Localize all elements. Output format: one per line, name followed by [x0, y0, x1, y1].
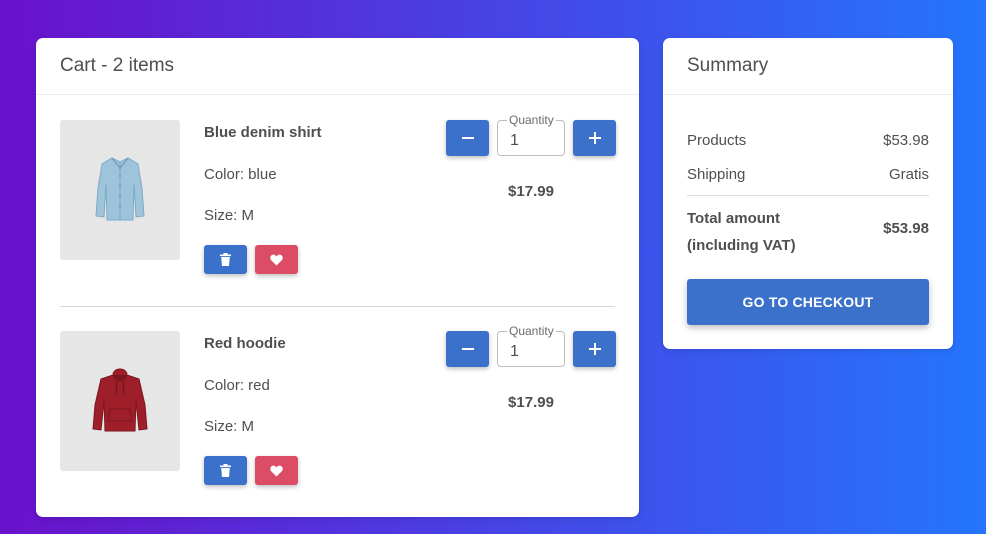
cart-item: Blue denim shirt Color: blue Size: M Qua…	[60, 113, 616, 280]
products-row: Products $53.98	[687, 132, 929, 149]
trash-icon	[220, 253, 231, 266]
increase-quantity-button[interactable]	[573, 331, 616, 367]
plus-icon	[588, 343, 601, 355]
products-label: Products	[687, 132, 747, 149]
cart-card: Cart - 2 items Blue denim shirt Color: b…	[36, 38, 639, 517]
product-price: $17.99	[508, 183, 554, 200]
product-size: Size: M	[204, 207, 255, 224]
heart-icon	[270, 254, 283, 265]
remove-item-button[interactable]	[204, 245, 247, 274]
summary-divider	[687, 195, 929, 196]
shipping-row: Shipping Gratis	[687, 166, 929, 183]
product-name: Red hoodie	[204, 335, 286, 352]
product-color: Color: blue	[204, 166, 277, 183]
checkout-button[interactable]: GO TO CHECKOUT	[687, 279, 929, 325]
minus-icon	[461, 137, 474, 139]
total-label-line1: Total amount	[687, 210, 781, 227]
quantity-input[interactable]	[498, 332, 564, 366]
item-divider	[60, 306, 615, 307]
quantity-field: Quantity	[497, 113, 565, 156]
quantity-field: Quantity	[497, 324, 565, 367]
summary-card: Summary Products $53.98 Shipping Gratis …	[663, 38, 953, 349]
minus-icon	[461, 348, 474, 350]
shirt-icon	[95, 157, 145, 221]
plus-icon	[588, 132, 601, 144]
product-size: Size: M	[204, 418, 255, 435]
shipping-value: Gratis	[888, 166, 929, 183]
cart-title: Cart - 2 items	[36, 38, 639, 95]
summary-title: Summary	[663, 38, 953, 95]
product-name: Blue denim shirt	[204, 124, 322, 141]
quantity-input[interactable]	[498, 121, 564, 155]
add-to-wishlist-button[interactable]	[255, 456, 298, 485]
heart-icon	[270, 465, 283, 476]
product-image[interactable]	[60, 331, 180, 471]
products-value: $53.98	[883, 132, 929, 149]
remove-item-button[interactable]	[204, 456, 247, 485]
hoodie-icon	[92, 368, 148, 432]
total-label: Total amount (including VAT)	[687, 205, 827, 259]
total-label-line2: (including VAT)	[687, 237, 796, 254]
product-price: $17.99	[508, 394, 554, 411]
cart-item: Red hoodie Color: red Size: M Quantity 1…	[60, 324, 616, 491]
shipping-label: Shipping	[687, 166, 746, 183]
trash-icon	[220, 464, 231, 477]
increase-quantity-button[interactable]	[573, 120, 616, 156]
decrease-quantity-button[interactable]	[446, 120, 489, 156]
total-value: $53.98	[883, 220, 929, 237]
product-color: Color: red	[204, 377, 270, 394]
product-image[interactable]	[60, 120, 180, 260]
add-to-wishlist-button[interactable]	[255, 245, 298, 274]
decrease-quantity-button[interactable]	[446, 331, 489, 367]
